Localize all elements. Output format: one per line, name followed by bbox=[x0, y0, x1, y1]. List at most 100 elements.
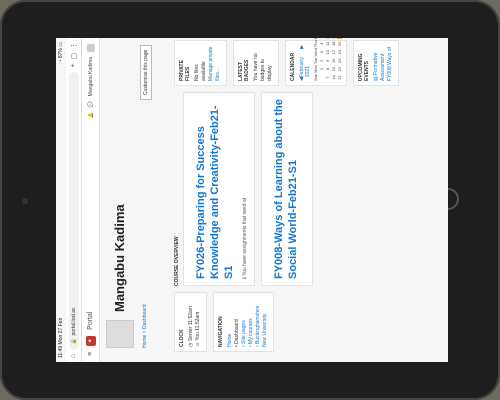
status-bar: 11:49 Mon 27 Feb ◔ 87% ▭ bbox=[56, 38, 66, 362]
tabs-icon[interactable]: ▢ bbox=[70, 53, 78, 60]
rotated-page: 11:49 Mon 27 Feb ◔ 87% ▭ ⌂ 🔒 portal.lsst… bbox=[56, 38, 448, 362]
right-column: PRIVATE FILES No files available Manage … bbox=[174, 38, 405, 86]
badges-text: You have no badges to display bbox=[253, 53, 273, 81]
address-bar[interactable]: 🔒 portal.lsst.ac bbox=[68, 71, 79, 350]
manage-files-link[interactable]: Manage private files... bbox=[208, 45, 222, 81]
calendar-weekday: Tue bbox=[313, 57, 318, 65]
navigation-title: NAVIGATION bbox=[218, 316, 224, 347]
camera bbox=[22, 198, 28, 204]
clock-row-you: ☺ You 11:52am bbox=[195, 311, 201, 347]
page-title: Mangabu Kadima bbox=[112, 204, 127, 312]
next-month-icon[interactable]: ▶ bbox=[299, 45, 311, 49]
event-icon: ▤ bbox=[373, 76, 379, 81]
nav-item-my-courses[interactable]: › My courses bbox=[248, 297, 255, 347]
calendar-day[interactable]: 2 bbox=[319, 57, 324, 64]
hamburger-icon[interactable]: ≡ bbox=[87, 352, 94, 356]
page-header: Mangabu Kadima Home > Dashboard Customis… bbox=[100, 38, 170, 362]
calendar-day[interactable]: 21 bbox=[337, 74, 342, 81]
url-text: portal.lsst.ac bbox=[70, 307, 77, 336]
calendar-day[interactable]: 24 bbox=[337, 48, 342, 56]
wifi-icon: ◔ bbox=[58, 59, 64, 63]
course-link[interactable]: FY008-Ways of Learning about the Social … bbox=[272, 99, 300, 279]
course-card: FY026-Preparing for Success Knowledge an… bbox=[183, 92, 255, 286]
prev-month-icon[interactable]: ◀ bbox=[299, 77, 311, 81]
lock-icon: 🔒 bbox=[70, 338, 77, 345]
customise-page-button[interactable]: Customise this page bbox=[140, 44, 152, 100]
course-card: FY008-Ways of Learning about the Social … bbox=[261, 92, 313, 286]
calendar-day[interactable]: 26 bbox=[337, 38, 342, 40]
calendar-block: CALENDAR ◀ February 2021 ▶ Sun Mon Tue Wed T… bbox=[285, 38, 347, 86]
nav-item-site-pages[interactable]: › Site pages bbox=[241, 297, 248, 347]
status-time: 11:49 bbox=[58, 345, 64, 358]
calendar-day[interactable]: 7 bbox=[325, 74, 330, 81]
info-icon: ℹ bbox=[242, 277, 248, 279]
calendar-day bbox=[319, 74, 324, 81]
calendar-day[interactable]: 4 bbox=[319, 40, 324, 47]
add-tab-icon[interactable]: + bbox=[70, 64, 77, 68]
breadcrumb[interactable]: Home > Dashboard bbox=[142, 305, 148, 349]
no-files-text: No files available bbox=[194, 61, 207, 81]
battery-icon: ▭ bbox=[58, 42, 64, 47]
logo-icon: ✦ bbox=[85, 335, 96, 346]
calendar-day[interactable]: 11 bbox=[325, 40, 330, 47]
upcoming-events-block: UPCOMING EVENTS ▤ Formative Assessment F… bbox=[353, 40, 399, 86]
calendar-weekday: Wed bbox=[313, 48, 318, 57]
calendar-month: February 2021 bbox=[299, 57, 311, 78]
profile-picture bbox=[106, 320, 134, 348]
clock-row-server: ◷ Server 11:52am bbox=[188, 306, 194, 347]
tablet-screen: 11:49 Mon 27 Feb ◔ 87% ▭ ⌂ 🔒 portal.lsst… bbox=[56, 38, 448, 362]
site-navbar: ≡ ✦ Portal 🔔 💬 Mangabu Kadima bbox=[82, 38, 100, 362]
nav-item-home[interactable]: Home bbox=[227, 297, 234, 347]
calendar-header: ◀ February 2021 ▶ bbox=[299, 45, 311, 81]
chat-icon[interactable]: 💬 bbox=[88, 101, 94, 107]
calendar-day[interactable]: 3 bbox=[319, 48, 324, 56]
clock-title: CLOCK bbox=[179, 329, 185, 347]
navigation-block: NAVIGATION Home • Dashboard › Site pages… bbox=[213, 292, 274, 352]
browser-toolbar: ⌂ 🔒 portal.lsst.ac + ▢ ⋮ bbox=[66, 38, 82, 362]
calendar-day[interactable]: 23 bbox=[337, 57, 342, 64]
calendar-weekday: Fri bbox=[313, 38, 318, 39]
user-icon: ☺ bbox=[195, 341, 201, 347]
calendar-day[interactable]: 8 bbox=[325, 65, 330, 73]
avatar[interactable] bbox=[86, 44, 95, 52]
private-files-block: PRIVATE FILES No files available Manage … bbox=[174, 40, 227, 86]
calendar-weekday: Mon bbox=[313, 65, 318, 73]
home-icon[interactable]: ⌂ bbox=[70, 354, 77, 358]
calendar-day[interactable]: 25 bbox=[337, 40, 342, 47]
event-item[interactable]: ▤ Formative Assessment FY008 Ways of bbox=[373, 45, 394, 81]
assignment-notice: ℹ You have assignments that need at bbox=[242, 197, 248, 279]
calendar-day[interactable]: 18 bbox=[331, 40, 336, 47]
menu-icon[interactable]: ⋮ bbox=[70, 42, 78, 49]
brand-name[interactable]: Portal bbox=[87, 312, 94, 330]
calendar-day[interactable]: 5 bbox=[319, 38, 324, 39]
calendar-day[interactable]: 9 bbox=[325, 57, 330, 64]
calendar-day[interactable]: 12 bbox=[325, 38, 330, 39]
calendar-day[interactable]: 1 bbox=[319, 65, 324, 73]
nav-item-dashboard[interactable]: • Dashboard bbox=[234, 297, 241, 347]
calendar-day[interactable]: 17 bbox=[331, 48, 336, 56]
status-date: Mon 27 Feb bbox=[58, 317, 64, 345]
badges-title: LATEST BADGES bbox=[238, 59, 250, 81]
main-column: COURSE OVERVIEW FY026-Preparing for Succ… bbox=[174, 92, 319, 286]
upcoming-title: UPCOMING EVENTS bbox=[358, 53, 370, 82]
calendar-day[interactable]: 10 bbox=[325, 48, 330, 56]
clock-block: CLOCK ◷ Server 11:52am ☺ You 11:52am bbox=[174, 292, 207, 352]
bell-icon[interactable]: 🔔 bbox=[88, 112, 94, 118]
private-files-title: PRIVATE FILES bbox=[179, 60, 191, 81]
calendar-weekday: Sun bbox=[313, 73, 318, 81]
course-link[interactable]: FY026-Preparing for Success Knowledge an… bbox=[194, 99, 236, 279]
course-overview-title: COURSE OVERVIEW bbox=[174, 236, 180, 286]
nav-item-buckinghamshire[interactable]: › Buckinghamshire New University bbox=[255, 297, 269, 347]
calendar-day[interactable]: 19 bbox=[331, 38, 336, 39]
navbar-right: 🔔 💬 Mangabu Kadima bbox=[86, 44, 95, 119]
calendar-grid: SunMonTueWedThuFriSat1234567891011121314… bbox=[313, 38, 342, 81]
calendar-day[interactable]: 15 bbox=[331, 65, 336, 73]
battery-level: 87% bbox=[58, 48, 64, 59]
calendar-day[interactable]: 22 bbox=[337, 65, 342, 73]
clock-icon: ◷ bbox=[188, 342, 194, 347]
left-column: CLOCK ◷ Server 11:52am ☺ You 11:52am NAV… bbox=[174, 292, 280, 352]
calendar-day[interactable]: 14 bbox=[331, 74, 336, 81]
calendar-title: CALENDAR bbox=[290, 52, 296, 81]
navbar-user[interactable]: Mangabu Kadima bbox=[88, 57, 94, 96]
calendar-day[interactable]: 16 bbox=[331, 57, 336, 64]
